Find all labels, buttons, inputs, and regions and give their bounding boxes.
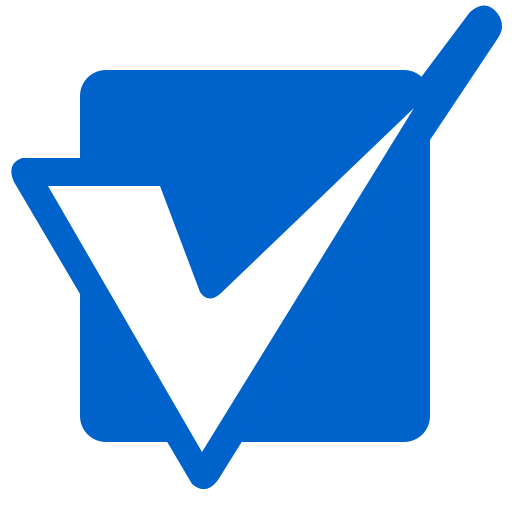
icon-canvas [0, 0, 512, 512]
checkbox-checkmark-icon [11, 5, 502, 490]
